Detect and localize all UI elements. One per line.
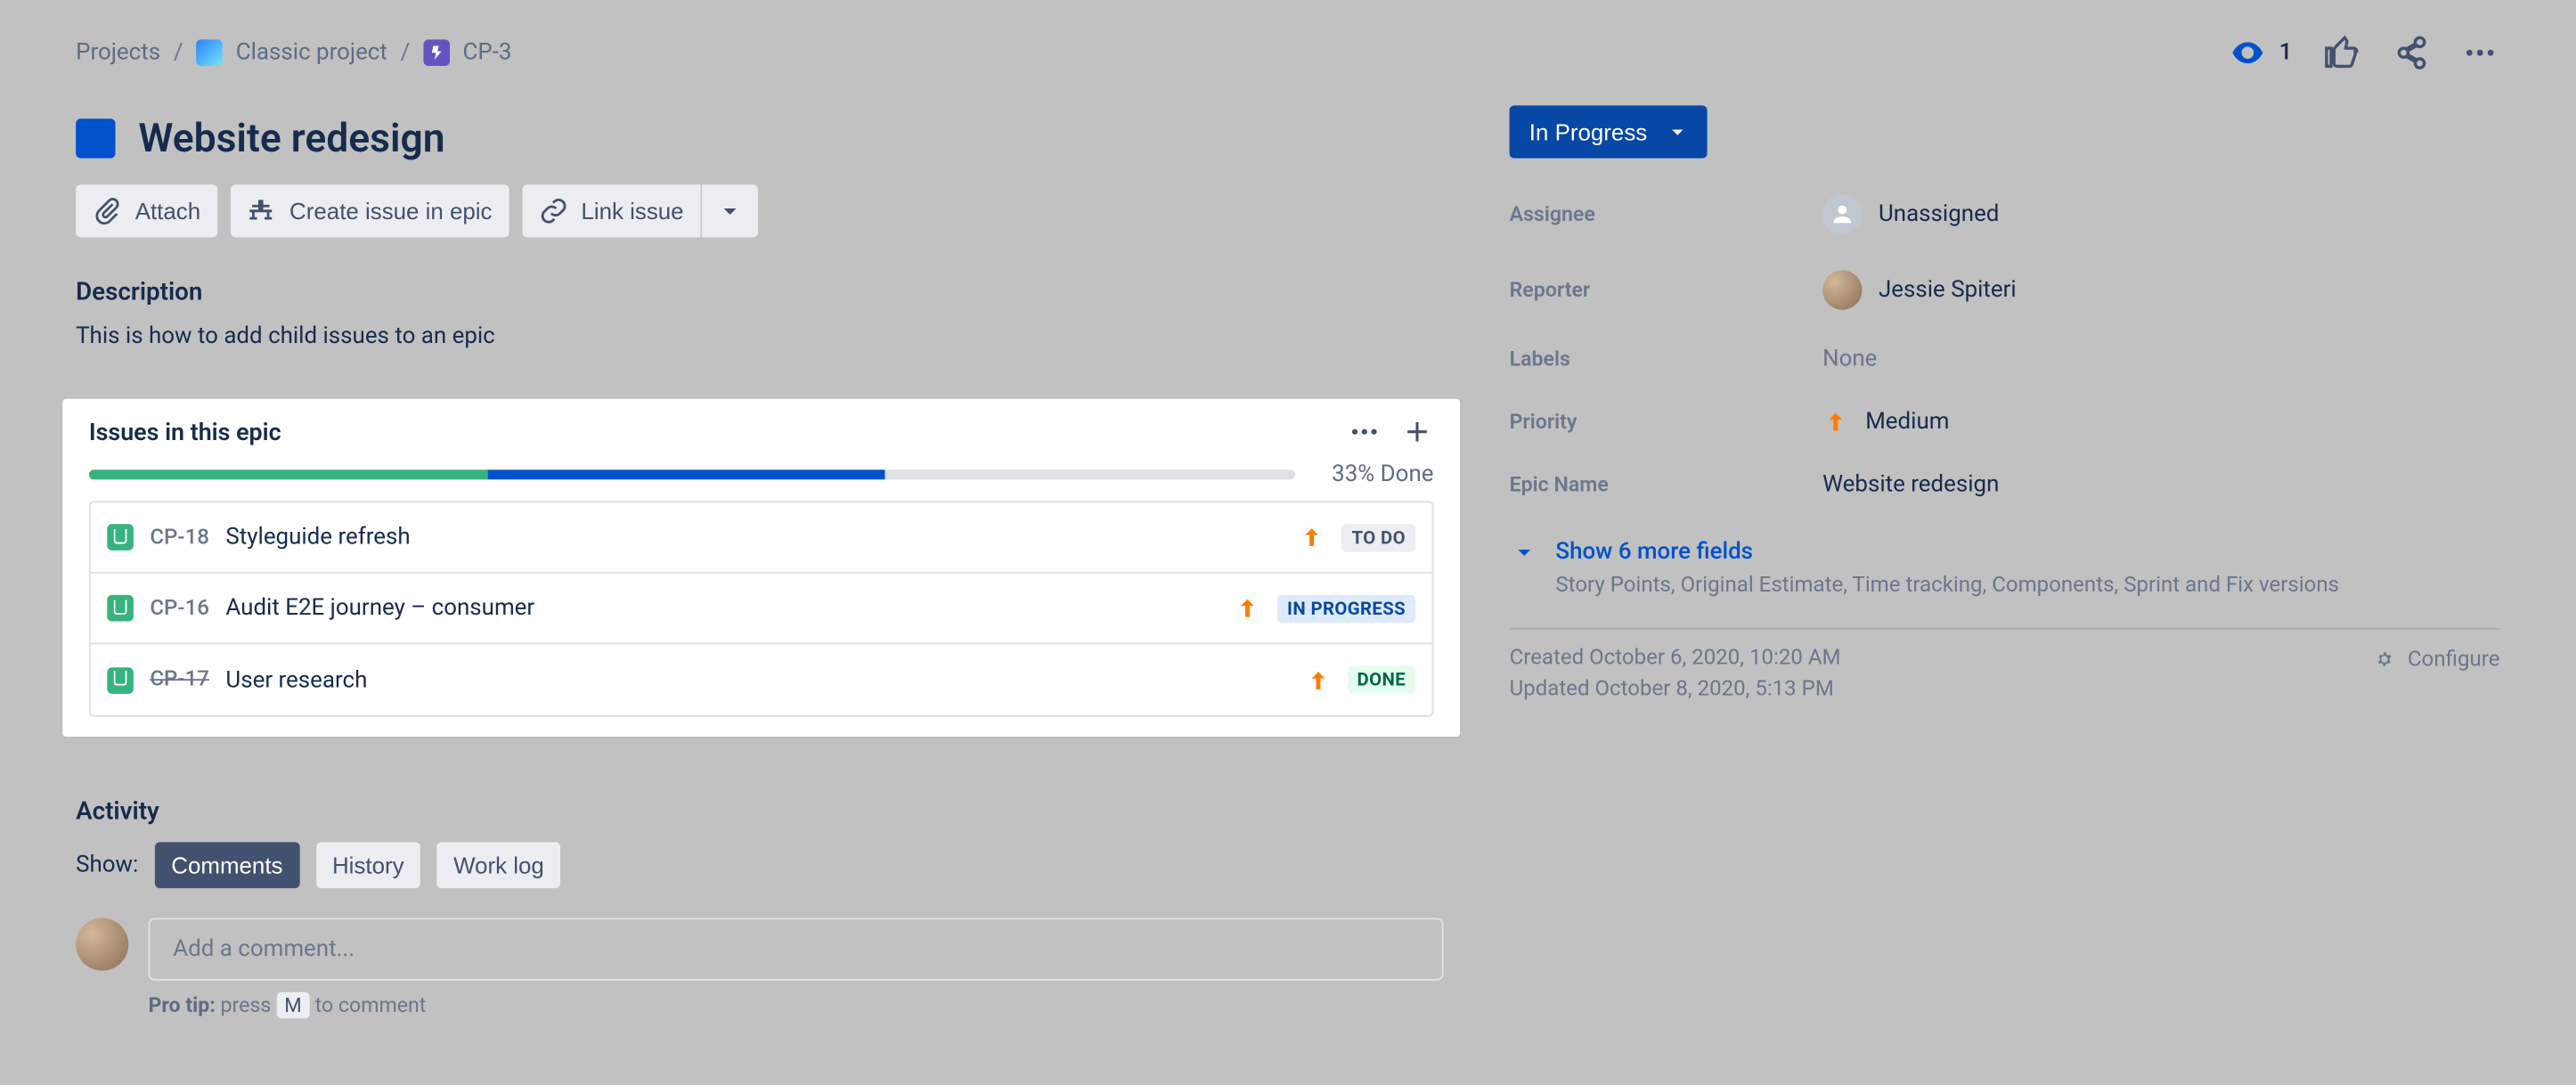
child-issue-title[interactable]: Styleguide refresh (225, 524, 1282, 551)
tab-history[interactable]: History (315, 842, 420, 888)
status-label: In Progress (1529, 118, 1647, 145)
epic-progress-text: 33% Done (1332, 461, 1433, 488)
breadcrumb-projects[interactable]: Projects (76, 39, 160, 66)
labels-label: Labels (1510, 347, 1823, 371)
issues-in-epic-heading: Issues in this epic (89, 418, 281, 445)
link-issue-dropdown[interactable] (702, 184, 758, 237)
child-issue-status[interactable]: DONE (1347, 665, 1415, 693)
show-more-fields-sub: Story Points, Original Estimate, Time tr… (1555, 574, 2499, 599)
epic-color-swatch[interactable] (76, 118, 115, 158)
assignee-value[interactable]: Unassigned (1822, 194, 1999, 233)
child-issue-status[interactable]: IN PROGRESS (1277, 594, 1415, 622)
chevron-down-icon (1664, 118, 1691, 145)
status-dropdown[interactable]: In Progress (1510, 105, 1707, 158)
priority-medium-icon (1304, 666, 1331, 693)
create-issue-in-epic-button[interactable]: Create issue in epic (230, 184, 509, 237)
comment-protip: Pro tip: press M to comment (149, 994, 1444, 1019)
story-type-icon (107, 666, 134, 693)
assignee-label: Assignee (1510, 202, 1823, 227)
comment-input[interactable]: Add a comment... (149, 918, 1444, 980)
link-icon (538, 196, 567, 225)
meta-divider (1510, 628, 2500, 630)
current-user-avatar (76, 918, 128, 970)
breadcrumb-issue-key[interactable]: CP-3 (463, 39, 512, 66)
attach-label: Attach (135, 198, 200, 224)
epic-panel-add-button[interactable] (1401, 415, 1434, 448)
epic-type-icon (423, 39, 450, 66)
project-icon (196, 39, 223, 66)
priority-medium-icon (1822, 409, 1849, 436)
child-issue-title[interactable]: Audit E2E journey – consumer (225, 595, 1218, 622)
epic-name-label: Epic Name (1510, 472, 1823, 497)
child-issue-key[interactable]: CP-18 (150, 525, 209, 550)
tab-worklog[interactable]: Work log (437, 842, 561, 888)
priority-medium-icon (1299, 524, 1325, 551)
attachment-icon (93, 196, 122, 225)
gear-icon (2371, 646, 2398, 673)
priority-label: Priority (1510, 410, 1823, 435)
chevron-down-icon (1510, 537, 1539, 567)
labels-value[interactable]: None (1822, 347, 1877, 373)
child-issue-status[interactable]: TO DO (1341, 523, 1415, 551)
child-issue-row[interactable]: CP-16 Audit E2E journey – consumer IN PROG… (91, 574, 1432, 645)
epic-name-value[interactable]: Website redesign (1822, 471, 1999, 498)
child-issue-row[interactable]: CP-18 Styleguide refresh TO DO (91, 502, 1432, 574)
more-actions-button[interactable] (2460, 33, 2499, 72)
child-issue-row[interactable]: CP-17 User research DONE (91, 644, 1432, 715)
watchers-count: 1 (2279, 39, 2293, 66)
breadcrumb: Projects / Classic project / CP-3 (76, 39, 511, 66)
priority-value[interactable]: Medium (1822, 409, 1949, 436)
epic-progress-bar (89, 469, 1296, 479)
child-issue-title[interactable]: User research (225, 666, 1287, 693)
like-button[interactable] (2322, 33, 2361, 72)
child-issue-key[interactable]: CP-16 (150, 596, 209, 621)
configure-button[interactable]: Configure (2371, 646, 2499, 673)
story-type-icon (107, 524, 134, 551)
epic-panel-more-button[interactable] (1348, 415, 1381, 448)
activity-show-label: Show: (76, 852, 138, 878)
link-issue-label: Link issue (581, 198, 683, 224)
attach-button[interactable]: Attach (76, 184, 217, 237)
description-body[interactable]: This is how to add child issues to an ep… (76, 323, 1444, 350)
issue-title[interactable]: Website redesign (138, 116, 444, 162)
story-type-icon (107, 595, 134, 622)
chevron-down-icon (715, 196, 745, 225)
priority-medium-icon (1235, 595, 1261, 622)
share-button[interactable] (2391, 33, 2430, 72)
tab-comments[interactable]: Comments (155, 842, 299, 888)
show-more-fields-button[interactable]: Show 6 more fields (1510, 537, 2500, 567)
watchers-button[interactable]: 1 (2230, 35, 2292, 71)
reporter-value[interactable]: Jessie Spiteri (1822, 270, 2017, 309)
reporter-label: Reporter (1510, 278, 1823, 303)
link-issue-button[interactable]: Link issue (522, 184, 702, 237)
reporter-avatar (1822, 270, 1862, 309)
created-date: Created October 6, 2020, 10:20 AM (1510, 646, 1841, 671)
activity-heading: Activity (76, 796, 1444, 826)
hierarchy-icon (247, 196, 276, 225)
updated-date: Updated October 8, 2020, 5:13 PM (1510, 677, 1841, 702)
breadcrumb-project[interactable]: Classic project (236, 39, 387, 66)
create-issue-in-epic-label: Create issue in epic (289, 198, 492, 224)
description-heading: Description (76, 277, 1444, 306)
child-issue-key[interactable]: CP-17 (150, 667, 209, 692)
issues-in-epic-panel: Issues in this epic (62, 399, 1460, 737)
unassigned-avatar-icon (1822, 194, 1862, 233)
